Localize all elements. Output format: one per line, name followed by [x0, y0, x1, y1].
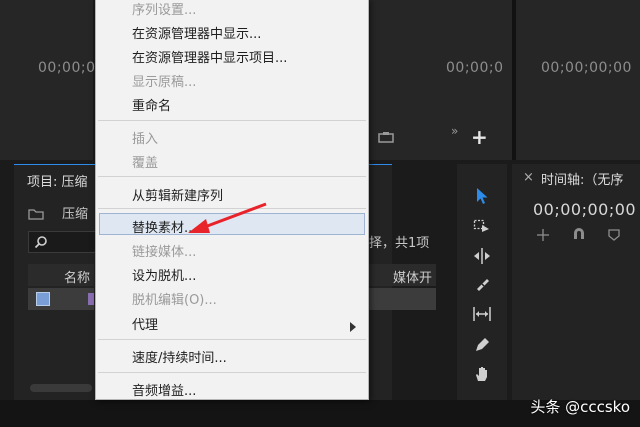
timeline-title[interactable]: 时间轴:（无序 — [541, 169, 623, 188]
menu-separator — [98, 120, 366, 121]
program-monitor — [516, 0, 640, 160]
project-selection-info: 择，共1项 — [369, 236, 430, 251]
submenu-arrow-icon — [350, 317, 356, 336]
menu-item-sequence-settings[interactable]: 序列设置... — [132, 0, 196, 18]
project-panel-title[interactable]: 项目: 压缩 — [27, 171, 88, 190]
menu-item-overwrite[interactable]: 覆盖 — [132, 152, 158, 171]
menu-item-proxy[interactable]: 代理 — [132, 314, 158, 333]
project-search-input[interactable] — [28, 231, 96, 253]
ripple-edit-tool-icon[interactable] — [470, 244, 494, 268]
source-monitor-left-timecode: 00;00;0 — [38, 60, 96, 76]
menu-item-insert[interactable]: 插入 — [132, 128, 158, 147]
watermark-text: 头条 @cccsko — [530, 398, 630, 416]
project-folder-label: 压缩 — [62, 207, 89, 222]
timeline-marker-icon[interactable] — [608, 226, 620, 245]
more-chevron-icon[interactable]: » — [451, 124, 458, 138]
timeline-timecode[interactable]: 00;00;00;00 — [533, 200, 636, 219]
menu-item-reveal-in-explorer[interactable]: 在资源管理器中显示... — [132, 23, 261, 42]
project-item-row-right[interactable] — [369, 288, 436, 310]
razor-tool-icon[interactable] — [470, 272, 494, 296]
slip-tool-icon[interactable] — [470, 302, 494, 326]
annotation-arrow-icon — [188, 202, 267, 233]
clip-type-icon — [88, 293, 94, 305]
menu-item-audio-gain[interactable]: 音频增益... — [132, 380, 196, 399]
program-monitor-timecode: 00;00;00;00 — [541, 60, 632, 76]
menu-item-edit-offline[interactable]: 脱机编辑(O)... — [132, 289, 217, 308]
clip-color-label — [36, 292, 50, 306]
project-list-scrollbar[interactable] — [30, 384, 92, 392]
source-monitor-right-timecode: 00;00;0 — [446, 60, 504, 76]
menu-item-show-original[interactable]: 显示原稿... — [132, 71, 196, 90]
menu-item-reveal-project-in-explorer[interactable]: 在资源管理器中显示项目... — [132, 47, 287, 66]
source-monitor-left — [0, 0, 93, 160]
menu-separator — [98, 176, 366, 177]
menu-separator — [98, 372, 366, 373]
add-button-icon[interactable]: + — [471, 127, 488, 147]
menu-item-link-media[interactable]: 链接媒体... — [132, 241, 196, 260]
menu-separator — [98, 339, 366, 340]
menu-item-speed-duration[interactable]: 速度/持续时间... — [132, 347, 227, 366]
menu-item-rename[interactable]: 重命名 — [132, 95, 171, 114]
pen-tool-icon[interactable] — [470, 333, 494, 357]
track-select-tool-icon[interactable] — [470, 214, 494, 238]
column-header-name[interactable]: 名称 — [64, 267, 90, 286]
column-header-media-start[interactable]: 媒体开 — [393, 267, 432, 286]
selection-tool-icon[interactable] — [470, 184, 494, 208]
search-icon — [34, 236, 47, 249]
folder-icon — [28, 205, 44, 224]
menu-item-make-offline[interactable]: 设为脱机... — [132, 265, 196, 284]
export-frame-icon[interactable] — [378, 128, 394, 143]
hand-tool-icon[interactable] — [470, 362, 494, 386]
timeline-snap-icon[interactable] — [536, 226, 550, 245]
timeline-magnet-icon[interactable] — [572, 225, 586, 244]
close-icon[interactable]: × — [523, 170, 534, 185]
